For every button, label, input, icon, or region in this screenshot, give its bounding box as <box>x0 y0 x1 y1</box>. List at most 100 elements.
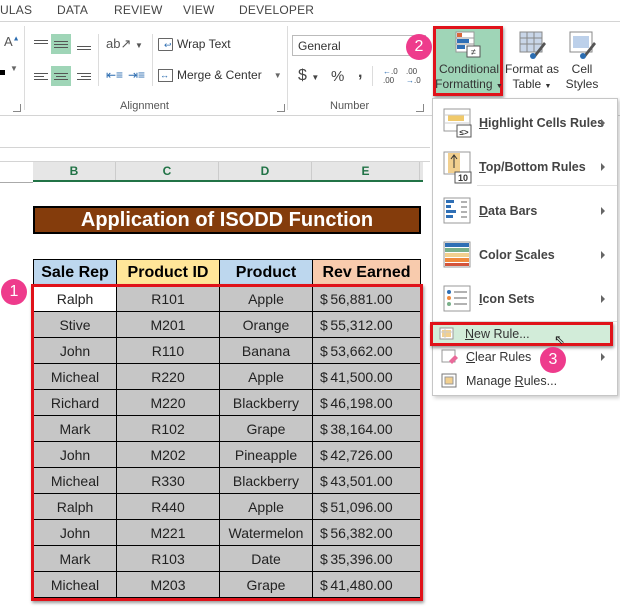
tab-review[interactable]: REVIEW <box>114 3 163 17</box>
column-header-c[interactable]: C <box>116 162 219 180</box>
cell-product[interactable]: Apple <box>219 493 313 520</box>
cell-product[interactable]: Grape <box>219 571 313 598</box>
cell-rev-earned[interactable]: $43,501.00 <box>312 467 421 494</box>
align-left-button[interactable] <box>31 66 51 86</box>
cell-product-id[interactable]: R440 <box>116 493 220 520</box>
cell-product[interactable]: Blackberry <box>219 467 313 494</box>
column-header-d[interactable]: D <box>219 162 312 180</box>
tab-view[interactable]: VIEW <box>183 3 214 17</box>
bottom-align-button[interactable] <box>74 38 94 58</box>
cell-rev-earned[interactable]: $35,396.00 <box>312 545 421 572</box>
cell-rev-earned[interactable]: $56,881.00 <box>312 285 421 312</box>
increase-indent-icon[interactable]: ⇥≡ <box>128 68 145 82</box>
font-dialog-launcher[interactable] <box>13 104 21 112</box>
decrease-decimal-button[interactable]: .00 →.0 <box>406 67 424 85</box>
alignment-dialog-launcher[interactable] <box>277 104 285 112</box>
menu-item-data-bars[interactable]: Data Bars <box>433 191 617 231</box>
cell-product[interactable]: Blackberry <box>219 389 313 416</box>
cell-product[interactable]: Apple <box>219 285 313 312</box>
cell-product-id[interactable]: R220 <box>116 363 220 390</box>
separator <box>287 26 288 110</box>
accounting-format-button[interactable]: $ ▼ <box>298 67 319 85</box>
align-right-button[interactable] <box>74 66 94 86</box>
cell-sale-rep[interactable]: Ralph <box>33 285 117 312</box>
cell-sale-rep[interactable]: Micheal <box>33 467 117 494</box>
header-product[interactable]: Product <box>219 259 313 286</box>
table-row: Ralph R440 Apple $51,096.00 <box>33 493 421 520</box>
orientation-icon[interactable]: ab↗ ▼ <box>106 36 143 52</box>
table-row: Micheal M203 Grape $41,480.00 <box>33 571 421 598</box>
menu-item-icon-sets[interactable]: Icon Sets <box>433 279 617 319</box>
number-dialog-launcher[interactable] <box>416 104 424 112</box>
cell-product-id[interactable]: R110 <box>116 337 220 364</box>
cell-sale-rep[interactable]: John <box>33 519 117 546</box>
cell-product-id[interactable]: M203 <box>116 571 220 598</box>
cell-rev-earned[interactable]: $41,500.00 <box>312 363 421 390</box>
column-header-b[interactable]: B <box>33 162 116 180</box>
decrease-indent-icon[interactable]: ⇤≡ <box>106 68 123 82</box>
increase-decimal-button[interactable]: ←.0.00 <box>383 67 401 85</box>
conditional-formatting-button[interactable]: ≠ Conditional Formatting ▼ <box>433 26 503 96</box>
cell-rev-earned[interactable]: $46,198.00 <box>312 389 421 416</box>
cell-product-id[interactable]: R103 <box>116 545 220 572</box>
cell-sale-rep[interactable]: Mark <box>33 545 117 572</box>
top-align-button[interactable] <box>31 32 51 52</box>
cell-product-id[interactable]: M221 <box>116 519 220 546</box>
cell-sale-rep[interactable]: Ralph <box>33 493 117 520</box>
cell-product[interactable]: Banana <box>219 337 313 364</box>
middle-align-button[interactable] <box>51 34 71 54</box>
cell-sale-rep[interactable]: Stive <box>33 311 117 338</box>
font-dropdown-arrow-icon[interactable]: ▼ <box>10 64 18 73</box>
cell-product[interactable]: Watermelon <box>219 519 313 546</box>
tab-formulas[interactable]: ULAS <box>0 3 32 17</box>
cell-product-id[interactable]: R330 <box>116 467 220 494</box>
percent-style-button[interactable]: % <box>331 68 344 85</box>
header-rev-earned[interactable]: Rev Earned <box>312 259 421 286</box>
cell-product[interactable]: Apple <box>219 363 313 390</box>
header-sale-rep[interactable]: Sale Rep <box>33 259 117 286</box>
cell-product[interactable]: Date <box>219 545 313 572</box>
cell-product-id[interactable]: M202 <box>116 441 220 468</box>
merge-dropdown-arrow-icon[interactable]: ▼ <box>274 71 282 80</box>
cell-sale-rep[interactable]: Richard <box>33 389 117 416</box>
cell-rev-earned[interactable]: $42,726.00 <box>312 441 421 468</box>
font-size-increase-icon[interactable]: A▲ <box>4 34 20 49</box>
cell-sale-rep[interactable]: Micheal <box>33 571 117 598</box>
menu-item-top-bottom-rules[interactable]: 10 Top/Bottom Rules <box>433 147 617 187</box>
menu-item-new-rule[interactable]: New Rule... <box>430 322 613 346</box>
table-row: Richard M220 Blackberry $46,198.00 <box>33 389 421 416</box>
cell-rev-earned[interactable]: $53,662.00 <box>312 337 421 364</box>
header-product-id[interactable]: Product ID <box>116 259 220 286</box>
comma-style-button[interactable]: , <box>358 64 362 82</box>
tab-developer[interactable]: DEVELOPER <box>239 3 314 17</box>
menu-item-highlight-cells-rules[interactable]: ≤> Highlight Cells Rules <box>433 103 617 143</box>
menu-item-color-scales[interactable]: Color Scales <box>433 235 617 275</box>
merge-center-button[interactable]: ↔ Merge & Center ▼ <box>158 68 282 82</box>
tab-data[interactable]: DATA <box>57 3 88 17</box>
menu-item-manage-rules[interactable]: Manage Rules... <box>433 371 617 391</box>
cell-rev-earned[interactable]: $55,312.00 <box>312 311 421 338</box>
cell-product[interactable]: Grape <box>219 415 313 442</box>
cell-product[interactable]: Pineapple <box>219 441 313 468</box>
column-header-e[interactable]: E <box>312 162 420 180</box>
center-button[interactable] <box>51 66 71 86</box>
cell-sale-rep[interactable]: John <box>33 441 117 468</box>
cell-sale-rep[interactable]: John <box>33 337 117 364</box>
cell-rev-earned[interactable]: $56,382.00 <box>312 519 421 546</box>
conditional-formatting-icon: ≠ <box>455 31 481 58</box>
cell-product-id[interactable]: M220 <box>116 389 220 416</box>
format-as-table-button[interactable]: Format as Table ▼ <box>505 30 559 94</box>
cell-product-id[interactable]: M201 <box>116 311 220 338</box>
cell-sale-rep[interactable]: Micheal <box>33 363 117 390</box>
cell-product-id[interactable]: R101 <box>116 285 220 312</box>
wrap-text-button[interactable]: ↩ Wrap Text <box>158 37 231 51</box>
cell-product-id[interactable]: R102 <box>116 415 220 442</box>
cell-sale-rep[interactable]: Mark <box>33 415 117 442</box>
font-color-dropdown[interactable] <box>0 70 5 75</box>
sheet-title[interactable]: Application of ISODD Function <box>33 206 421 234</box>
cell-product[interactable]: Orange <box>219 311 313 338</box>
cell-rev-earned[interactable]: $38,164.00 <box>312 415 421 442</box>
menu-item-clear-rules[interactable]: Clear Rules <box>433 347 617 367</box>
cell-rev-earned[interactable]: $41,480.00 <box>312 571 421 598</box>
cell-rev-earned[interactable]: $51,096.00 <box>312 493 421 520</box>
